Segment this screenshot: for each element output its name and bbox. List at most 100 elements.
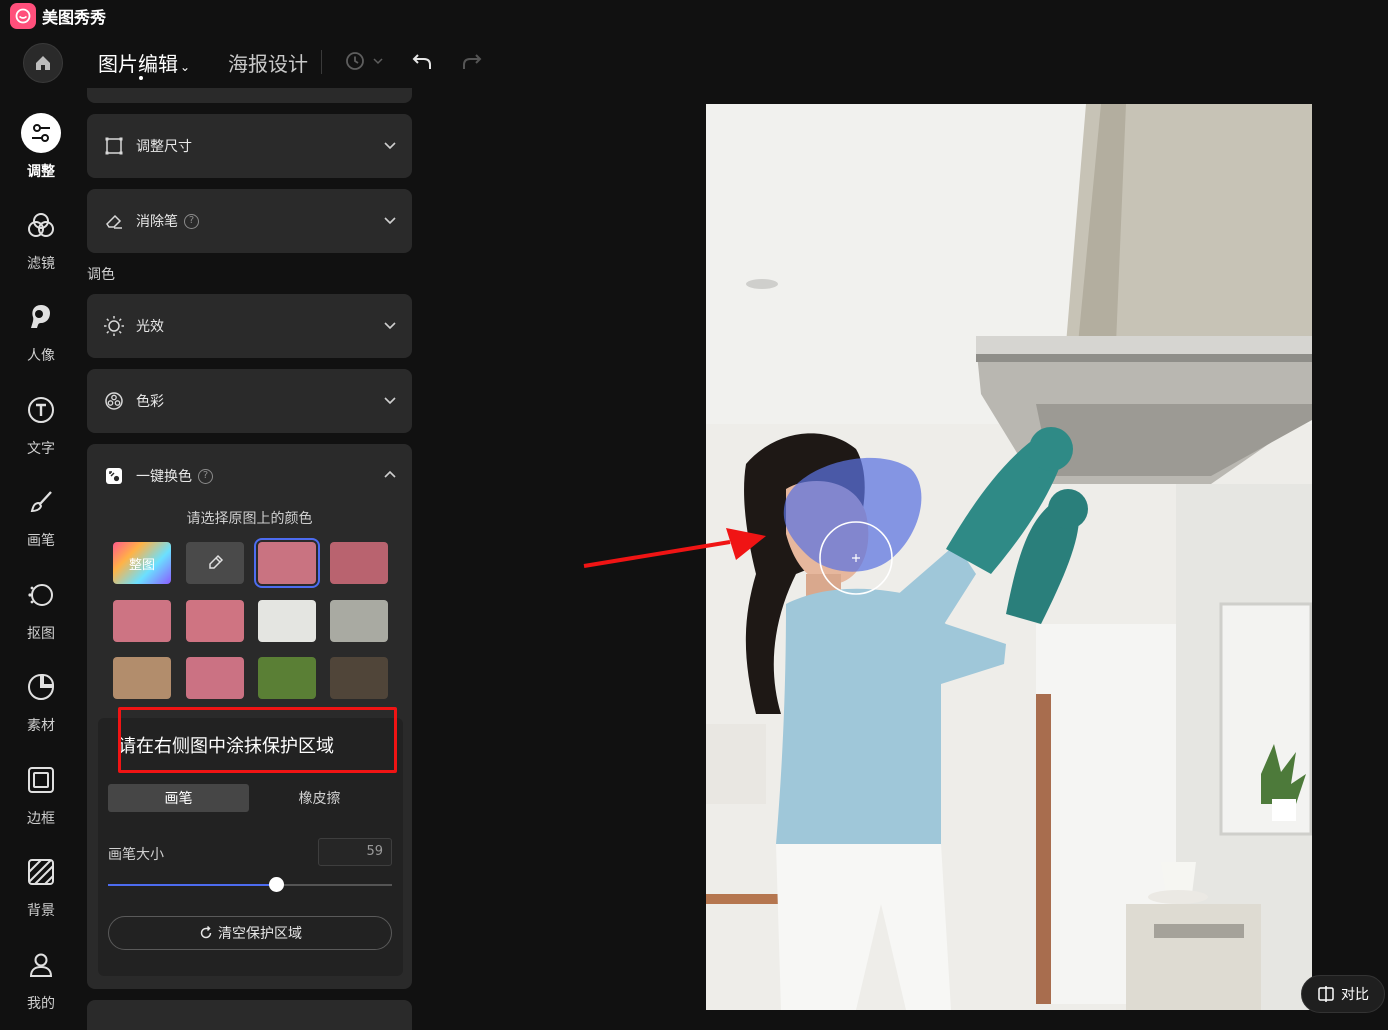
card-eraser-header[interactable]: 消除笔 ? [87,189,412,253]
color-swap-icon [103,465,125,487]
collapsed-card-top [87,88,412,103]
card-title: 消除笔 [136,214,178,230]
brush-size-input[interactable]: 59 [318,838,392,866]
history-button[interactable] [344,50,384,72]
app-logo-icon [10,3,36,29]
card-eraser[interactable]: 消除笔 ? [87,189,412,253]
card-light-header[interactable]: 光效 [87,294,412,358]
history-icon [346,52,364,70]
text-icon [21,390,61,430]
title-bar: 美图秀秀 [0,0,1388,32]
tab-image-edit-label: 图片编辑 [98,52,178,76]
filter-icon [21,205,61,245]
annotation-arrow [583,528,766,568]
chevron-down-icon [373,58,383,65]
rail-item-frame[interactable]: 边框 [0,760,82,828]
card-title: 调整尺寸 [136,139,192,155]
rail-label: 背景 [27,903,55,919]
rail-label: 抠图 [27,626,55,642]
card-title: 一键换色 [136,469,192,485]
rail-item-adjust[interactable]: 调整 [0,113,82,181]
color-swatch[interactable] [186,657,244,699]
compare-label: 对比 [1341,987,1369,1003]
annotation-highlight-frame [118,707,397,773]
background-icon [21,852,61,892]
card-color[interactable]: 色彩 [87,369,412,433]
help-icon[interactable]: ? [184,213,199,229]
clear-protect-button[interactable]: 清空保护区域 [108,916,392,950]
rail-item-filter[interactable]: 滤镜 [0,205,82,273]
rail-label: 人像 [27,348,55,364]
protect-eraser-tab[interactable]: 橡皮擦 [249,784,390,812]
chevron-down-icon [384,397,396,405]
eyedropper-button[interactable] [186,542,244,584]
color-swatch[interactable] [113,600,171,642]
toolbar-divider [321,50,322,74]
protect-tool-toggle: 画笔 橡皮擦 [108,784,391,812]
brush-icon [21,482,61,522]
refresh-icon [200,925,212,939]
rail-label: 调整 [27,164,55,180]
card-resize-header[interactable]: 调整尺寸 [87,114,412,178]
protect-brush-tab[interactable]: 画笔 [108,784,249,812]
undo-icon [412,54,431,69]
tool-panel: 调整尺寸 消除笔 ? 调色 光效 色彩 一键换色 ? 请选择原图上的颜色 整图 … [87,88,412,1030]
rail-item-profile[interactable]: 我的 [0,945,82,1013]
card-color-swap-header[interactable]: 一键换色 ? [87,444,412,508]
rail-item-portrait[interactable]: 人像 [0,297,82,365]
color-swatch[interactable] [330,542,388,584]
rail-label: 我的 [27,996,55,1012]
color-swatch[interactable] [258,600,316,642]
rail-item-cutout[interactable]: 抠图 [0,575,82,643]
rail-item-brush[interactable]: 画笔 [0,482,82,550]
rail-label: 边框 [27,811,55,827]
clear-protect-label: 清空保护区域 [218,926,302,942]
palette-icon [103,390,125,412]
eyedropper-icon [209,554,224,569]
tab-image-edit[interactable]: 图片编辑 ⌄ [98,48,190,77]
chevron-down-icon [384,322,396,330]
color-swatch[interactable] [254,538,320,588]
compare-button[interactable]: 对比 [1301,975,1385,1013]
rail-item-sticker[interactable]: 素材 [0,667,82,735]
brush-size-slider[interactable] [108,877,392,892]
color-swatch[interactable] [330,600,388,642]
help-icon[interactable]: ? [198,468,213,484]
card-light[interactable]: 光效 [87,294,412,358]
color-swatch[interactable] [186,600,244,642]
rail-item-text[interactable]: 文字 [0,390,82,458]
rail-label: 文字 [27,441,55,457]
rail-item-background[interactable]: 背景 [0,852,82,920]
resize-icon [103,135,125,157]
photo-canvas[interactable] [706,104,1312,1010]
active-tab-indicator [139,76,143,80]
swap-prompt: 请选择原图上的颜色 [186,511,313,527]
eraser-icon [103,210,125,232]
brush-size-label: 画笔大小 [108,847,164,863]
swatch-whole-image[interactable]: 整图 [113,542,171,584]
collapsed-card-bottom [87,1000,412,1030]
photo-woman-cleaning-range-hood [706,104,1312,1010]
card-resize[interactable]: 调整尺寸 [87,114,412,178]
chevron-down-icon [384,142,396,150]
color-swatch[interactable] [258,657,316,699]
color-swatch[interactable] [330,657,388,699]
card-title: 色彩 [136,394,164,410]
color-swatch[interactable] [113,657,171,699]
tab-poster-design[interactable]: 海报设计 [228,48,308,77]
chevron-up-icon[interactable] [382,467,398,483]
chevron-down-icon [384,217,396,225]
frame-icon [21,760,61,800]
undo-button[interactable] [410,50,434,78]
card-color-header[interactable]: 色彩 [87,369,412,433]
rail-label: 画笔 [27,533,55,549]
portrait-icon [21,297,61,337]
redo-button[interactable] [460,50,484,78]
compare-icon [1318,986,1334,1002]
adjust-icon [21,113,61,153]
chevron-down-icon: ⌄ [180,60,191,74]
home-button[interactable] [23,43,63,83]
card-title: 光效 [136,319,164,335]
slider-thumb[interactable] [268,877,284,892]
home-icon [36,56,50,70]
